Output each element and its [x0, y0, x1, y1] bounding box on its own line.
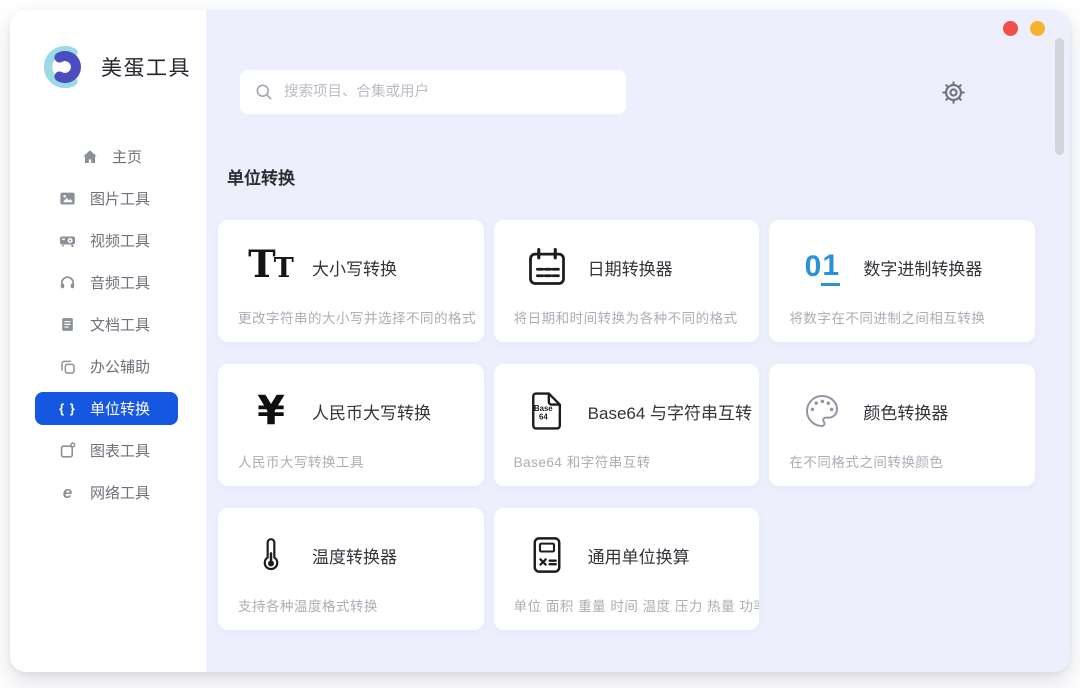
card-text-case[interactable]: TT 大小写转换 更改字符串的大小写并选择不同的格式 [218, 220, 484, 342]
sidebar-item-audio-tools[interactable]: 音频工具 [35, 266, 178, 299]
window-controls [1003, 21, 1045, 36]
sidebar: 美蛋工具 主页 图片工具 [10, 10, 206, 672]
thermometer-icon [246, 530, 296, 580]
video-icon [58, 231, 77, 250]
card-title: 日期转换器 [588, 255, 673, 280]
minimize-dot[interactable] [1030, 21, 1045, 36]
sidebar-item-label: 音频工具 [90, 272, 150, 293]
page-title: 单位转换 [227, 164, 1070, 189]
sidebar-item-network-tools[interactable]: e 网络工具 [35, 476, 178, 509]
card-number-base[interactable]: 01 数字进制转换器 将数字在不同进制之间相互转换 [769, 220, 1035, 342]
card-desc: 在不同格式之间转换颜色 [789, 451, 1015, 471]
sidebar-item-video-tools[interactable]: 视频工具 [35, 224, 178, 257]
image-icon [58, 189, 77, 208]
sidebar-item-label: 图表工具 [90, 440, 150, 461]
card-title: 人民币大写转换 [312, 399, 431, 424]
sidebar-item-label: 办公辅助 [90, 356, 150, 377]
sidebar-item-image-tools[interactable]: 图片工具 [35, 182, 178, 215]
search-icon [254, 82, 274, 102]
close-dot[interactable] [1003, 21, 1018, 36]
base64-file-icon: Base 64 [522, 386, 572, 436]
card-desc: Base64 和字符串互转 [514, 451, 740, 471]
search-input[interactable] [240, 70, 626, 114]
svg-text:64: 64 [539, 412, 548, 421]
sidebar-nav: 主页 图片工具 [10, 140, 206, 509]
main-pane: 单位转换 TT 大小写转换 更改字符串的大小写并选择不同的格式 [206, 10, 1070, 672]
card-rmb-uppercase[interactable]: ¥ 人民币大写转换 人民币大写转换工具 [218, 364, 484, 486]
sidebar-item-label: 单位转换 [90, 398, 150, 419]
sidebar-item-label: 图片工具 [90, 188, 150, 209]
palette-icon [797, 386, 847, 436]
sidebar-item-label: 视频工具 [90, 230, 150, 251]
card-title: 颜色转换器 [863, 399, 948, 424]
sidebar-item-unit-conversion[interactable]: { } 单位转换 [35, 392, 178, 425]
network-e-icon: e [58, 483, 77, 502]
card-temperature[interactable]: 温度转换器 支持各种温度格式转换 [218, 508, 484, 630]
card-date-converter[interactable]: 日期转换器 将日期和时间转换为各种不同的格式 [494, 220, 760, 342]
chart-board-icon [58, 441, 77, 460]
card-desc: 单位 面积 重量 时间 温度 压力 热量 功率 [514, 595, 740, 615]
card-desc: 支持各种温度格式转换 [238, 595, 464, 615]
yen-icon: ¥ [246, 386, 296, 436]
sidebar-item-office-assist[interactable]: 办公辅助 [35, 350, 178, 383]
card-desc: 将日期和时间转换为各种不同的格式 [514, 307, 740, 327]
sidebar-item-home[interactable]: 主页 [35, 140, 178, 173]
app-window: 美蛋工具 主页 图片工具 [10, 10, 1070, 672]
binary-01-icon: 01 [797, 242, 847, 292]
card-title: 大小写转换 [312, 255, 397, 280]
tool-card-grid: TT 大小写转换 更改字符串的大小写并选择不同的格式 日期转换器 [218, 220, 1035, 630]
scrollbar-thumb[interactable] [1055, 38, 1064, 155]
search-box [240, 70, 626, 114]
sidebar-item-label: 文档工具 [90, 314, 150, 335]
app-logo-icon [38, 40, 92, 94]
card-title: 数字进制转换器 [863, 255, 982, 280]
card-unit-calc[interactable]: 通用单位换算 单位 面积 重量 时间 温度 压力 热量 功率 [494, 508, 760, 630]
home-icon [80, 147, 99, 166]
card-base64[interactable]: Base 64 Base64 与字符串互转 Base64 和字符串互转 [494, 364, 760, 486]
text-case-icon: TT [246, 242, 296, 292]
card-desc: 将数字在不同进制之间相互转换 [789, 307, 1015, 327]
settings-gear-icon[interactable] [940, 79, 967, 106]
card-color-converter[interactable]: 颜色转换器 在不同格式之间转换颜色 [769, 364, 1035, 486]
sidebar-item-document-tools[interactable]: 文档工具 [35, 308, 178, 341]
card-desc: 更改字符串的大小写并选择不同的格式 [238, 307, 464, 327]
app-title: 美蛋工具 [101, 52, 191, 82]
audio-icon [58, 273, 77, 292]
sidebar-item-chart-tools[interactable]: 图表工具 [35, 434, 178, 467]
calculator-icon [522, 530, 572, 580]
braces-icon: { } [58, 399, 77, 418]
card-desc: 人民币大写转换工具 [238, 451, 464, 471]
card-title: 温度转换器 [312, 543, 397, 568]
calendar-icon [522, 242, 572, 292]
topbar [240, 70, 967, 114]
sidebar-item-label: 网络工具 [90, 482, 150, 503]
brand: 美蛋工具 [10, 40, 206, 94]
card-title: 通用单位换算 [588, 543, 690, 568]
card-title: Base64 与字符串互转 [588, 399, 752, 424]
document-icon [58, 315, 77, 334]
sidebar-item-label: 主页 [112, 146, 142, 167]
office-copy-icon [58, 357, 77, 376]
